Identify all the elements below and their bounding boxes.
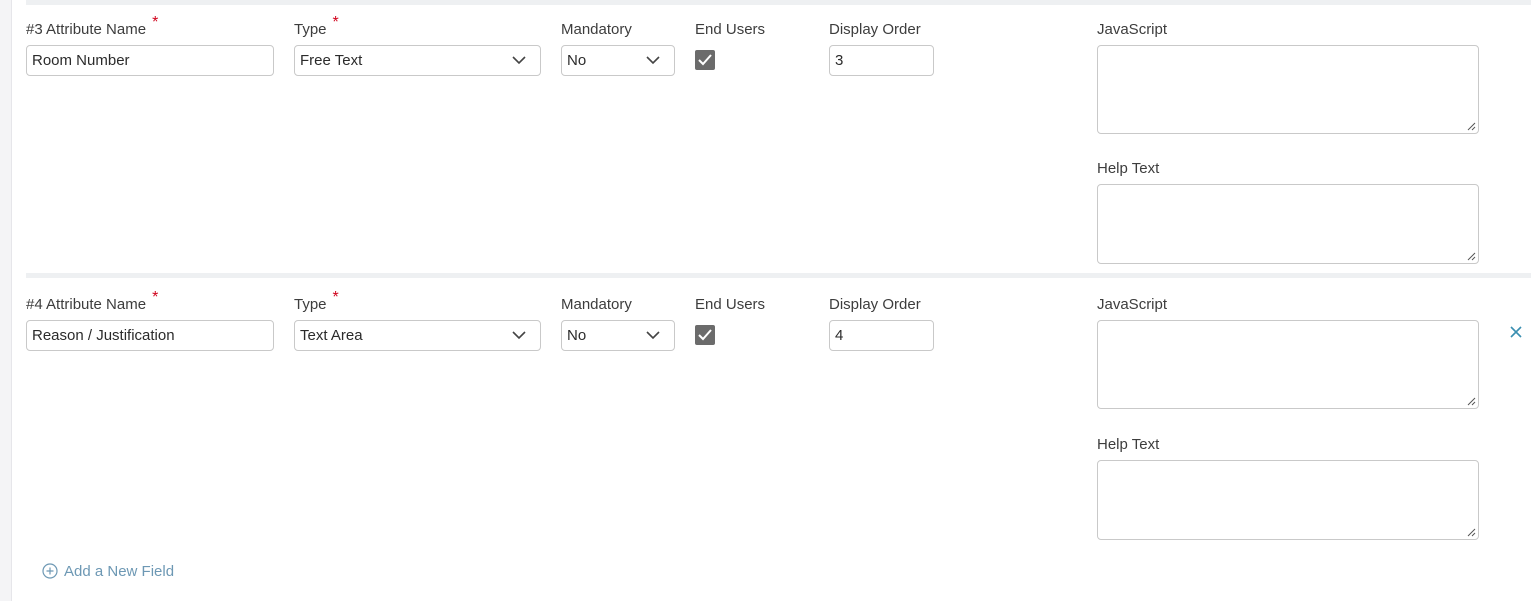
attribute-name-label: #3 Attribute Name * [26,14,158,39]
mandatory-select[interactable]: No [561,320,675,351]
display-order-label: Display Order [829,21,921,38]
javascript-label: JavaScript [1097,296,1168,313]
type-select[interactable]: Text Area [294,320,541,351]
attribute-name-input[interactable]: Room Number [26,45,274,76]
type-label-text: Type [294,21,327,38]
type-label-text: Type [294,296,327,313]
end-users-label: End Users [695,296,766,313]
javascript-label: JavaScript [1097,21,1168,38]
chevron-down-icon [646,331,660,340]
mandatory-label: Mandatory [561,296,632,313]
end-users-checkbox[interactable] [695,50,715,70]
attribute-name-label-text: #3 Attribute Name [26,21,147,38]
attribute-name-label-text: #4 Attribute Name [26,296,147,313]
attribute-name-label: #4 Attribute Name * [26,289,158,314]
checkmark-icon [698,54,712,66]
required-marker: * [152,14,159,31]
add-new-field-link[interactable]: Add a New Field [42,561,174,581]
resize-grip-icon[interactable] [1467,252,1476,261]
plus-circle-icon [42,563,58,579]
type-select-value: Free Text [300,52,363,69]
display-order-label: Display Order [829,296,921,313]
type-select-value: Text Area [300,327,363,344]
add-new-field-label: Add a New Field [64,562,175,580]
display-order-input[interactable]: 3 [829,45,934,76]
attribute-row-3: #3 Attribute Name * Room Number Type * Fre… [0,0,1531,270]
checkmark-icon [698,329,712,341]
required-marker: * [332,14,339,31]
type-label: Type * [294,289,339,314]
chevron-down-icon [512,56,526,65]
help-text-textarea[interactable] [1097,184,1479,264]
required-marker: * [152,289,159,306]
type-select[interactable]: Free Text [294,45,541,76]
type-label: Type * [294,14,339,39]
mandatory-label: Mandatory [561,21,632,38]
attribute-name-input[interactable]: Reason / Justification [26,320,274,351]
attribute-row-4: #4 Attribute Name * Reason / Justificatio… [0,275,1531,545]
mandatory-select[interactable]: No [561,45,675,76]
end-users-label: End Users [695,21,766,38]
help-text-label: Help Text [1097,436,1160,453]
mandatory-select-value: No [567,52,587,69]
display-order-input[interactable]: 4 [829,320,934,351]
help-text-label: Help Text [1097,160,1160,177]
javascript-textarea[interactable] [1097,45,1479,134]
resize-grip-icon[interactable] [1467,528,1476,537]
chevron-down-icon [512,331,526,340]
resize-grip-icon[interactable] [1467,397,1476,406]
resize-grip-icon[interactable] [1467,122,1476,131]
close-icon[interactable] [1510,326,1522,338]
mandatory-select-value: No [567,327,587,344]
required-marker: * [332,289,339,306]
help-text-textarea[interactable] [1097,460,1479,540]
end-users-checkbox[interactable] [695,325,715,345]
javascript-textarea[interactable] [1097,320,1479,409]
chevron-down-icon [646,56,660,65]
